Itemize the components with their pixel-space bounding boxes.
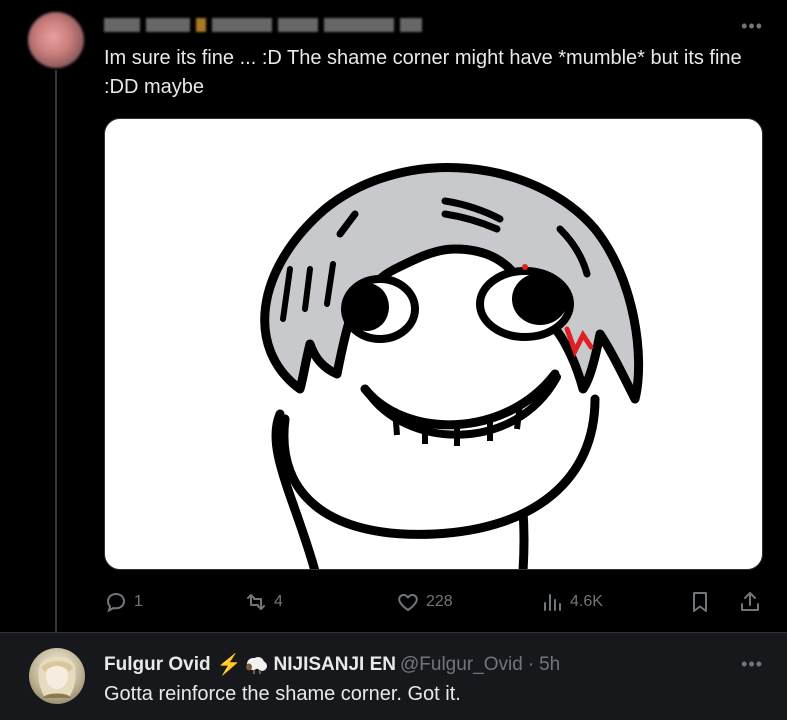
reply-tweet[interactable]: Fulgur Ovid ⚡ NIJISANJI EN @Fulgur_Ovid … (0, 633, 787, 720)
tweet-text: Im sure its fine ... :D The shame corner… (104, 47, 742, 98)
like-button[interactable]: 228 (396, 590, 453, 614)
bookmark-button[interactable] (688, 590, 712, 614)
views-button[interactable]: 4.6K (540, 590, 603, 614)
reply-display-name[interactable]: Fulgur Ovid (104, 654, 211, 676)
reply-author-avatar[interactable] (29, 648, 85, 704)
reply-count: 1 (134, 593, 143, 610)
view-count: 4.6K (570, 593, 603, 610)
reply-timestamp[interactable]: 5h (539, 654, 560, 676)
avatar-portrait-icon (38, 656, 76, 698)
author-avatar-blurred[interactable] (28, 12, 84, 68)
tweet[interactable]: ••• Im sure its fine ... :D The shame co… (0, 0, 787, 642)
reply-text: Gotta reinforce the shame corner. Got it… (104, 683, 461, 705)
repost-button[interactable]: 4 (244, 590, 283, 614)
reply-affiliation[interactable]: NIJISANJI EN (274, 654, 396, 676)
more-options-icon[interactable]: ••• (741, 16, 763, 37)
analytics-icon (544, 594, 561, 611)
tweet-media-image[interactable] (104, 118, 763, 570)
bookmark-icon (693, 592, 707, 612)
share-icon (741, 592, 759, 611)
reply-button[interactable]: 1 (104, 590, 143, 614)
reply-handle[interactable]: @Fulgur_Ovid (400, 654, 523, 676)
tweet-action-bar: 1 4 228 4.6K (104, 586, 764, 622)
meme-face-drawing (260, 163, 644, 569)
reply-more-options-icon[interactable]: ••• (741, 654, 763, 675)
reply-header: Fulgur Ovid ⚡ NIJISANJI EN @Fulgur_Ovid … (104, 652, 560, 677)
lightning-bolt-icon: ⚡ (216, 654, 242, 676)
thread-connector-line (55, 70, 57, 642)
author-name-redacted (104, 14, 422, 36)
share-button[interactable] (738, 590, 762, 614)
sheep-emoji-icon (244, 655, 268, 675)
like-count: 228 (426, 593, 453, 610)
repost-count: 4 (274, 593, 283, 610)
repost-icon (247, 594, 265, 610)
reply-icon (106, 592, 126, 613)
heart-icon (398, 594, 418, 611)
header-separator: · (527, 653, 535, 675)
